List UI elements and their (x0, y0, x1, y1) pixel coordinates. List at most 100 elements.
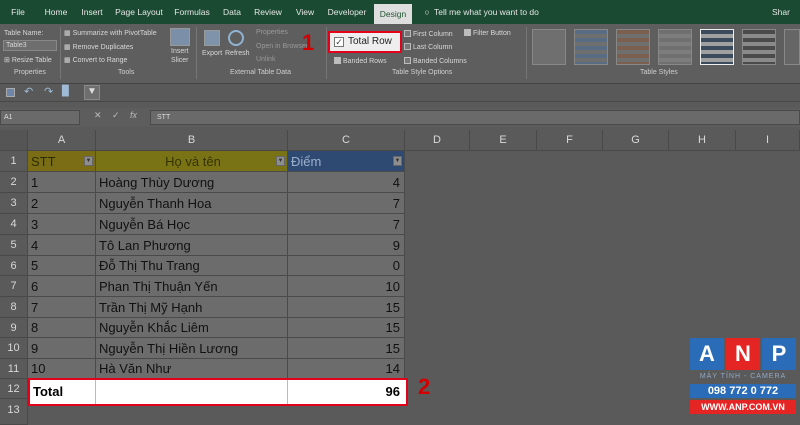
tab-formulas[interactable]: Formulas (170, 0, 214, 24)
insert-slicer-label-2[interactable]: Slicer (171, 57, 189, 64)
table-header-cell[interactable]: Điểm ▼ (288, 151, 405, 172)
table-cell[interactable]: 4 (288, 172, 405, 193)
total-label-cell[interactable]: Total (30, 380, 96, 404)
row-header[interactable]: 9 (0, 318, 28, 338)
cancel-icon[interactable]: ✕ (94, 110, 102, 121)
column-header-c[interactable]: C (288, 130, 405, 151)
filter-dropdown-icon[interactable]: ▼ (393, 156, 402, 166)
summarize-pivot-button[interactable]: ▦ Summarize with PivotTable (64, 29, 157, 37)
tab-view[interactable]: View (290, 0, 320, 24)
table-cell[interactable]: Hoàng Thùy Dương (96, 172, 288, 193)
table-cell[interactable]: 15 (288, 338, 405, 359)
table-cell[interactable]: 4 (28, 235, 96, 256)
confirm-icon[interactable]: ✓ (112, 110, 120, 121)
table-cell[interactable]: 15 (288, 297, 405, 318)
row-header[interactable]: 4 (0, 214, 28, 235)
tab-design[interactable]: Design (374, 4, 412, 24)
properties-button[interactable]: Properties (256, 29, 288, 36)
undo-icon[interactable]: ↶ (24, 85, 33, 98)
column-header-e[interactable]: E (470, 130, 537, 151)
table-style-swatch[interactable] (700, 29, 734, 65)
table-cell[interactable]: 7 (288, 214, 405, 235)
tab-developer[interactable]: Developer (324, 0, 370, 24)
table-cell[interactable]: 2 (28, 193, 96, 214)
function-icon[interactable]: fx (130, 110, 137, 120)
row-header[interactable]: 6 (0, 256, 28, 276)
table-cell[interactable]: Trần Thị Mỹ Hạnh (96, 297, 288, 318)
table-cell[interactable]: 3 (28, 214, 96, 235)
row-header[interactable]: 13 (0, 399, 28, 425)
table-style-swatch[interactable] (742, 29, 776, 65)
remove-duplicates-button[interactable]: ▦ Remove Duplicates (64, 43, 133, 51)
last-column-checkbox[interactable]: Last Column (404, 43, 452, 51)
formula-input[interactable]: STT (150, 110, 800, 125)
table-cell[interactable]: Đỗ Thị Thu Trang (96, 256, 288, 276)
column-header-i[interactable]: I (736, 130, 800, 151)
unlink-button[interactable]: Unlink (256, 56, 275, 63)
banded-rows-checkbox[interactable]: Banded Rows (334, 57, 387, 65)
table-cell[interactable]: Nguyễn Thanh Hoa (96, 193, 288, 214)
banded-columns-checkbox[interactable]: Banded Columns (404, 57, 467, 65)
row-header[interactable]: 1 (0, 151, 28, 172)
table-cell[interactable]: 8 (28, 318, 96, 338)
row-header[interactable]: 3 (0, 193, 28, 214)
table-style-swatch[interactable] (532, 29, 566, 65)
table-header-cell[interactable]: STT ▼ (28, 151, 96, 172)
convert-range-button[interactable]: ▦ Convert to Range (64, 56, 127, 64)
column-header-h[interactable]: H (669, 130, 736, 151)
first-column-checkbox[interactable]: First Column (404, 30, 453, 38)
row-header[interactable]: 2 (0, 172, 28, 193)
column-header-a[interactable]: A (28, 130, 96, 151)
chart-icon[interactable]: ▉ (62, 86, 70, 97)
total-empty-cell[interactable] (96, 380, 288, 404)
select-all-corner[interactable] (0, 130, 28, 151)
row-header[interactable]: 11 (0, 359, 28, 379)
insert-slicer-label-1[interactable]: Insert (171, 48, 189, 55)
table-cell[interactable]: 10 (28, 359, 96, 379)
tab-home[interactable]: Home (40, 0, 72, 24)
tab-file[interactable]: File (4, 0, 32, 24)
table-cell[interactable]: 1 (28, 172, 96, 193)
filter-button-checkbox[interactable]: Filter Button (464, 29, 511, 37)
column-header-d[interactable]: D (405, 130, 470, 151)
save-icon[interactable] (6, 88, 15, 97)
tell-me-search[interactable]: Tell me what you want to do (434, 0, 554, 24)
filter-dropdown-icon[interactable]: ▼ (84, 156, 93, 166)
table-cell[interactable]: Tô Lan Phương (96, 235, 288, 256)
column-header-b[interactable]: B (96, 130, 288, 151)
row-header[interactable]: 12 (0, 379, 28, 399)
table-style-swatch[interactable] (658, 29, 692, 65)
tab-insert[interactable]: Insert (76, 0, 108, 24)
export-button[interactable]: Export (202, 50, 222, 57)
table-cell[interactable]: 7 (288, 193, 405, 214)
share-button[interactable]: Shar (772, 0, 800, 24)
table-cell[interactable]: Nguyễn Bá Học (96, 214, 288, 235)
filter-dropdown-icon[interactable]: ▼ (276, 156, 285, 166)
table-header-cell[interactable]: Họ và tên ▼ (96, 151, 288, 172)
table-cell[interactable]: 5 (28, 256, 96, 276)
open-in-browser-button[interactable]: Open in Browser (256, 43, 308, 50)
row-header[interactable]: 8 (0, 297, 28, 318)
table-style-swatch[interactable] (616, 29, 650, 65)
column-header-g[interactable]: G (603, 130, 669, 151)
resize-table-button[interactable]: ⊞ Resize Table (4, 56, 52, 64)
table-cell[interactable]: 15 (288, 318, 405, 338)
tab-page-layout[interactable]: Page Layout (112, 0, 166, 24)
row-header[interactable]: 7 (0, 276, 28, 297)
table-cell[interactable]: 7 (28, 297, 96, 318)
redo-icon[interactable]: ↷ (44, 85, 53, 98)
table-cell[interactable]: 14 (288, 359, 405, 379)
table-name-input[interactable]: Table3 (3, 40, 57, 51)
column-header-f[interactable]: F (537, 130, 603, 151)
table-cell[interactable]: Phan Thị Thuận Yến (96, 276, 288, 297)
table-cell[interactable]: 9 (288, 235, 405, 256)
table-style-swatch[interactable] (784, 29, 800, 65)
total-row-checkbox[interactable]: ✓ Total Row (328, 31, 402, 53)
table-cell[interactable]: Nguyễn Khắc Liêm (96, 318, 288, 338)
filter-icon[interactable]: ▼ (84, 85, 100, 100)
table-style-swatch[interactable] (574, 29, 608, 65)
refresh-button[interactable]: Refresh (225, 50, 250, 57)
total-value-cell[interactable]: 96 (288, 380, 406, 404)
table-cell[interactable]: 6 (28, 276, 96, 297)
row-header[interactable]: 5 (0, 235, 28, 256)
